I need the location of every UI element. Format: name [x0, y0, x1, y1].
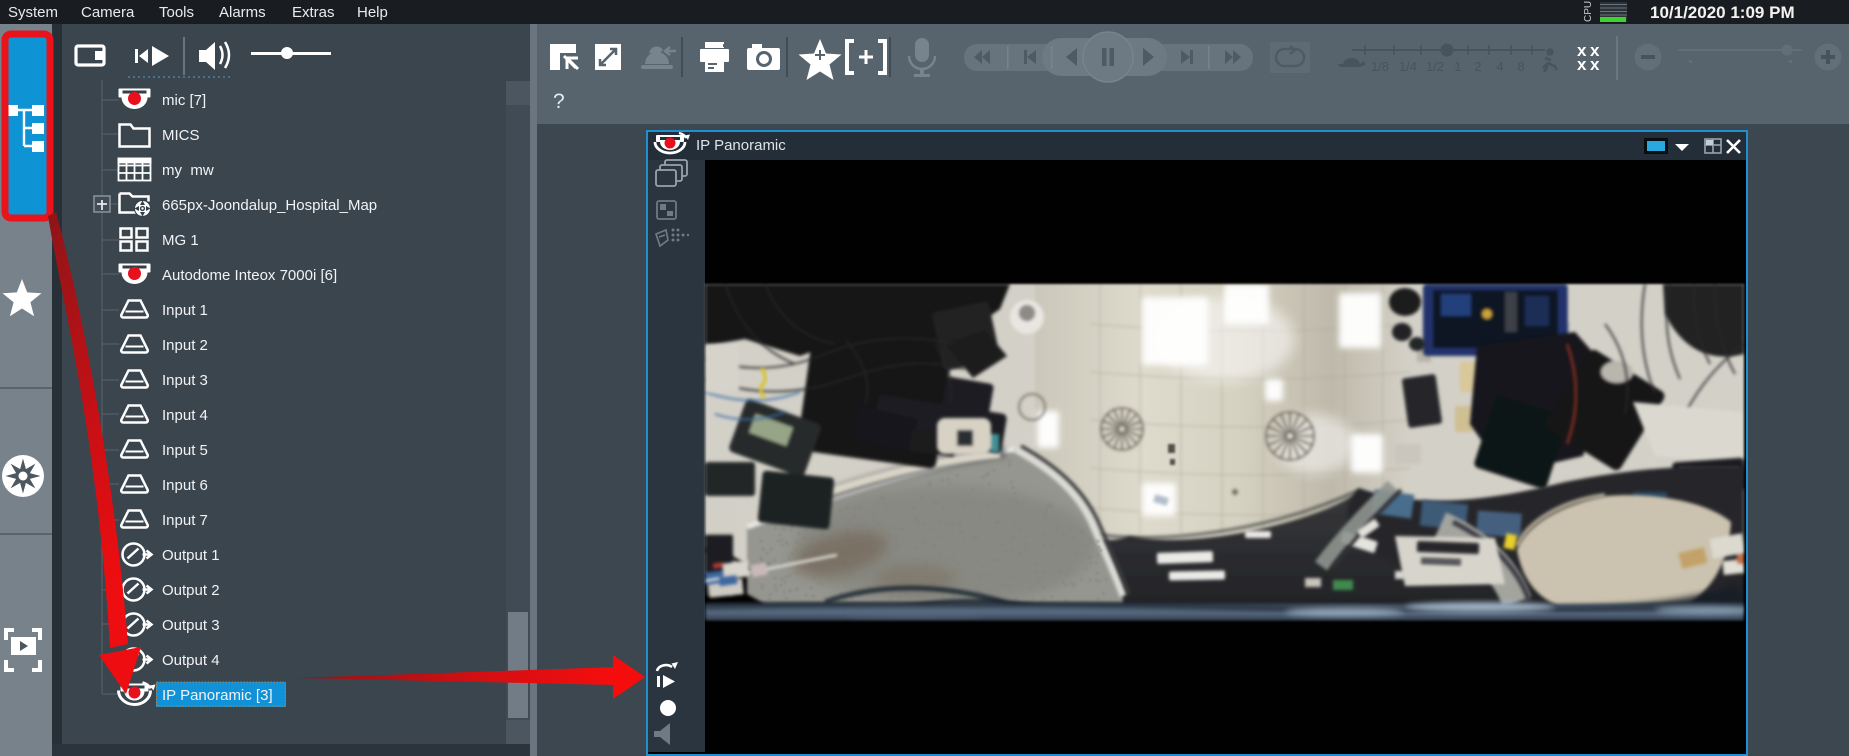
svg-text:Input 6: Input 6 — [162, 477, 208, 494]
svg-text:8: 8 — [1517, 59, 1524, 74]
svg-text:4: 4 — [1496, 59, 1503, 74]
svg-text:2: 2 — [1474, 59, 1481, 74]
svg-text:Input 1: Input 1 — [162, 302, 208, 319]
svg-text:x: x — [1577, 55, 1587, 74]
svg-text:Input 7: Input 7 — [162, 512, 208, 529]
svg-text:1/4: 1/4 — [1399, 59, 1417, 74]
svg-text:Output 2: Output 2 — [162, 582, 220, 599]
svg-text:Input 5: Input 5 — [162, 442, 208, 459]
svg-text:CPU: CPU — [1583, 1, 1594, 22]
svg-text:Input 2: Input 2 — [162, 337, 208, 354]
svg-text:Input 4: Input 4 — [162, 407, 208, 424]
svg-text:Input 3: Input 3 — [162, 372, 208, 389]
svg-text:Output 1: Output 1 — [162, 547, 220, 564]
svg-text:MG 1: MG 1 — [162, 232, 199, 249]
svg-text:IP Panoramic [3]: IP Panoramic [3] — [162, 687, 273, 704]
svg-text:x: x — [1590, 55, 1600, 74]
svg-text:665px-Joondalup_Hospital_Map: 665px-Joondalup_Hospital_Map — [162, 197, 377, 214]
svg-text:Output 3: Output 3 — [162, 617, 220, 634]
svg-text:MICS: MICS — [162, 127, 200, 144]
svg-text:1/2: 1/2 — [1426, 59, 1444, 74]
svg-text:1: 1 — [1454, 59, 1461, 74]
svg-text:Output 4: Output 4 — [162, 652, 220, 669]
svg-text:my mw: my mw — [162, 162, 214, 179]
svg-text:mic [7]: mic [7] — [162, 92, 206, 109]
svg-text:?: ? — [553, 90, 565, 113]
svg-text:1/8: 1/8 — [1371, 59, 1389, 74]
svg-text:Autodome Inteox 7000i [6]: Autodome Inteox 7000i [6] — [162, 267, 337, 284]
